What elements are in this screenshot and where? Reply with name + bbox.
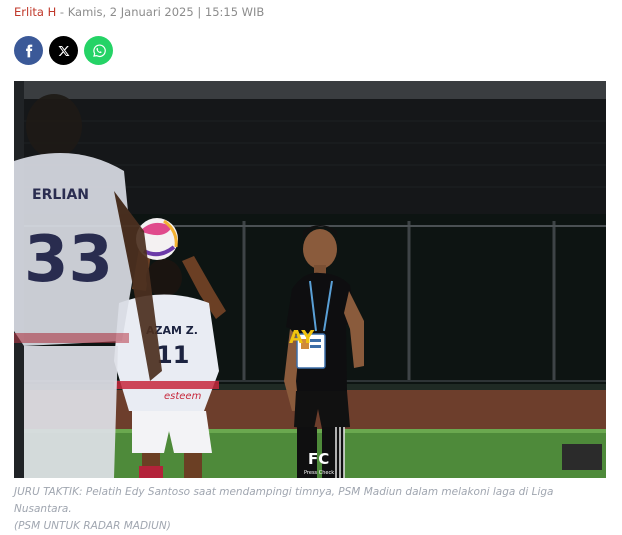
caption-credit: (PSM UNTUK RADAR MADIUN) xyxy=(14,520,171,532)
x-share-button[interactable] xyxy=(49,36,78,65)
watermark-logo: FC xyxy=(308,450,329,468)
share-buttons xyxy=(14,36,113,65)
article-meta: Erlita H - Kamis, 2 Januari 2025 | 15:15… xyxy=(14,4,264,20)
publish-date: Kamis, 2 Januari 2025 | 15:15 WIB xyxy=(67,5,265,19)
sponsor-text: esteem xyxy=(164,391,202,402)
x-icon xyxy=(58,45,69,56)
article-photo: AY AZAM Z. 11 esteem ERLIAN 33 FC Press … xyxy=(14,81,606,478)
whatsapp-share-button[interactable] xyxy=(84,36,113,65)
watermark-subtext: Press Check xyxy=(304,470,334,476)
caption-text: JURU TAKTIK: Pelatih Edy Santoso saat me… xyxy=(14,486,554,515)
whatsapp-icon xyxy=(92,44,106,57)
left-player-number: 33 xyxy=(24,223,113,297)
facebook-icon xyxy=(25,44,32,57)
author-link[interactable]: Erlita H xyxy=(14,5,56,19)
coach-shirt-text: AY xyxy=(289,327,315,348)
facebook-share-button[interactable] xyxy=(14,36,43,65)
photo-caption: JURU TAKTIK: Pelatih Edy Santoso saat me… xyxy=(14,484,610,535)
meta-separator: - xyxy=(56,5,68,19)
left-player-name: ERLIAN xyxy=(32,187,89,203)
